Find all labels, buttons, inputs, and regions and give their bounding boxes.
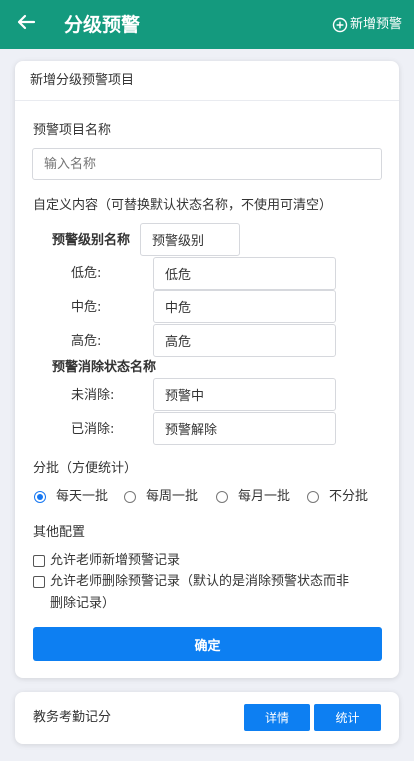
level-section-input[interactable]: 预警级别 <box>140 223 240 256</box>
allow-delete-label-line2: 删除记录） <box>50 596 116 611</box>
page-title: 分级预警 <box>64 14 141 36</box>
batch-option-monthly[interactable]: 每月一批 <box>216 488 290 506</box>
allow-delete-label-line1: 允许老师删除预警记录（默认的是消除预警状态而非 <box>50 574 350 589</box>
clear-section-label: 预警消除状态名称 <box>52 360 157 375</box>
name-input[interactable] <box>32 148 382 180</box>
level-mid-label: 中危: <box>71 300 102 315</box>
app-header: 分级预警 新增预警 <box>0 0 414 49</box>
card-title: 新增分级预警项目 <box>15 61 399 101</box>
batch-option-label: 每月一批 <box>238 489 291 504</box>
detail-button[interactable]: 详情 <box>244 704 310 731</box>
cleared-input[interactable]: 预警解除 <box>153 412 336 445</box>
allow-add-checkbox[interactable] <box>33 555 45 567</box>
add-warning-button[interactable]: 新增预警 <box>332 16 402 34</box>
level-low-input[interactable]: 低危 <box>153 257 336 290</box>
level-section-label: 预警级别名称 <box>52 233 131 248</box>
name-label: 预警项目名称 <box>33 123 112 138</box>
batch-option-none[interactable]: 不分批 <box>307 488 368 506</box>
level-high-label: 高危: <box>71 334 102 349</box>
add-warning-label: 新增预警 <box>349 17 402 32</box>
new-warning-form-card: 新增分级预警项目 预警项目名称 自定义内容（可替换默认状态名称，不使用可清空） … <box>15 61 399 678</box>
batch-option-label: 每天一批 <box>56 489 109 504</box>
radio-icon[interactable] <box>307 491 319 503</box>
uncleared-input[interactable]: 预警中 <box>153 378 336 411</box>
attendance-card: 教务考勤记分 详情 统计 <box>15 692 399 744</box>
uncleared-label: 未消除: <box>71 388 115 403</box>
cleared-label: 已消除: <box>71 422 115 437</box>
allow-delete-checkbox[interactable] <box>33 576 45 588</box>
level-high-input[interactable]: 高危 <box>153 324 336 357</box>
radio-checked-icon[interactable] <box>34 491 46 503</box>
batch-option-daily[interactable]: 每天一批 <box>34 488 108 506</box>
back-arrow-icon[interactable] <box>14 10 38 34</box>
other-config-label: 其他配置 <box>33 525 86 540</box>
batch-option-label: 每周一批 <box>146 489 199 504</box>
batch-option-label: 不分批 <box>329 489 369 504</box>
batch-option-weekly[interactable]: 每周一批 <box>124 488 198 506</box>
radio-icon[interactable] <box>124 491 136 503</box>
batch-label: 分批（方便统计） <box>33 461 138 476</box>
attendance-label: 教务考勤记分 <box>33 710 112 725</box>
level-mid-input[interactable]: 中危 <box>153 290 336 323</box>
stats-button[interactable]: 统计 <box>314 704 381 731</box>
custom-content-label: 自定义内容（可替换默认状态名称，不使用可清空） <box>33 198 333 213</box>
plus-circle-icon <box>332 17 348 33</box>
allow-add-label: 允许老师新增预警记录 <box>50 553 181 568</box>
level-low-label: 低危: <box>71 266 102 281</box>
confirm-button[interactable]: 确定 <box>33 627 382 661</box>
radio-icon[interactable] <box>216 491 228 503</box>
